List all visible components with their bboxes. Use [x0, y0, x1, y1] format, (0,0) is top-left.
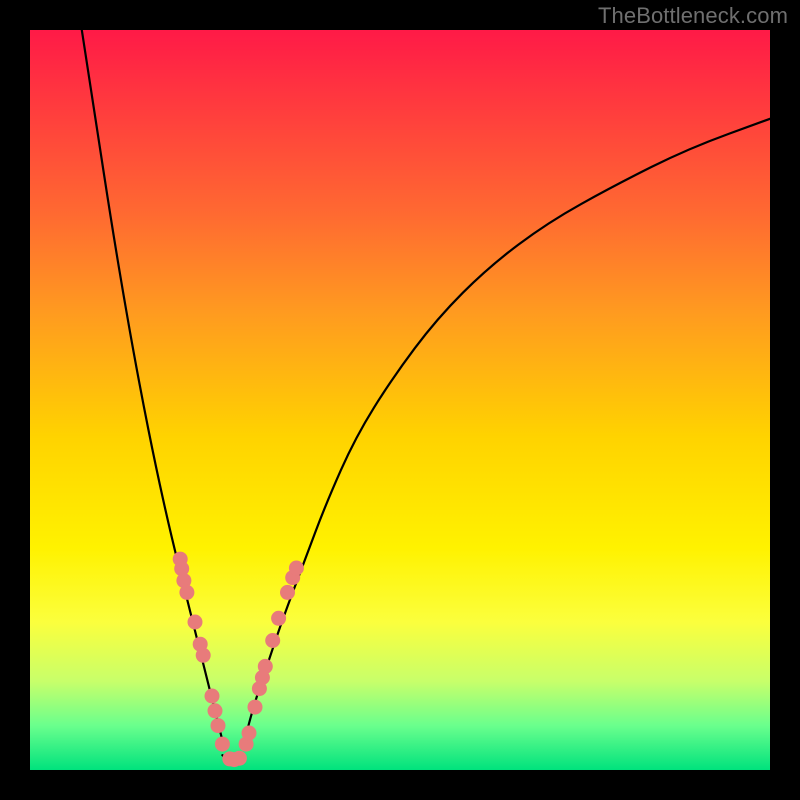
marker-dot [205, 689, 220, 704]
marker-dot [242, 726, 257, 741]
marker-group [173, 552, 304, 768]
marker-dot [196, 648, 211, 663]
marker-dot [188, 615, 203, 630]
chart-frame: TheBottleneck.com [0, 0, 800, 800]
right-branch-path [245, 119, 770, 741]
marker-dot [208, 703, 223, 718]
left-branch-path [82, 30, 223, 740]
marker-dot [179, 585, 194, 600]
marker-dot [289, 561, 304, 576]
plot-area [30, 30, 770, 770]
marker-dot [258, 659, 273, 674]
marker-dot [215, 737, 230, 752]
marker-dot [248, 700, 263, 715]
marker-dot [211, 718, 226, 733]
left-branch-curve [82, 30, 223, 740]
right-branch-curve [245, 119, 770, 741]
curves-svg [30, 30, 770, 770]
marker-dot [271, 611, 286, 626]
marker-dot [280, 585, 295, 600]
watermark-text: TheBottleneck.com [598, 3, 788, 29]
marker-dot [265, 633, 280, 648]
marker-dot [232, 751, 247, 766]
